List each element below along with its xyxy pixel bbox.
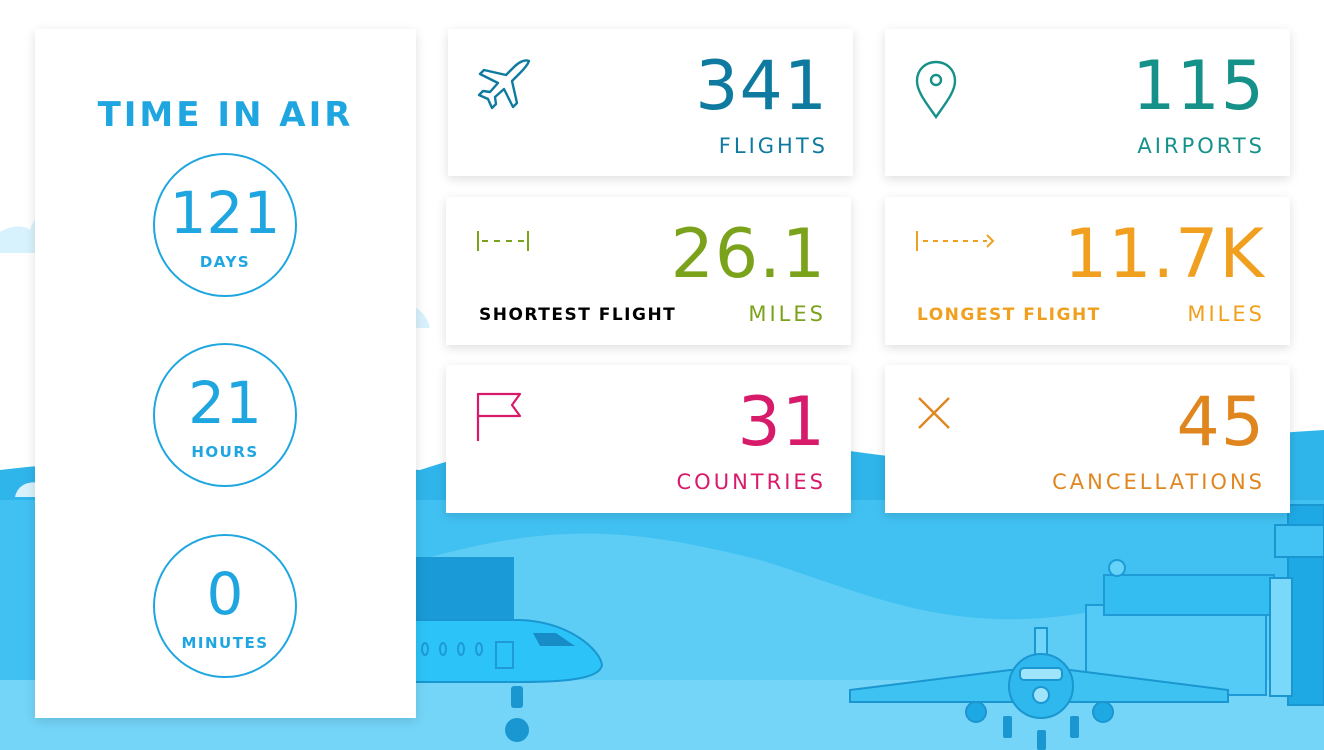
minutes-unit: MINUTES xyxy=(181,634,269,652)
days-unit: DAYS xyxy=(199,253,251,271)
control-tower-cab xyxy=(1274,524,1324,558)
x-icon xyxy=(916,395,952,435)
cancellations-value: 45 xyxy=(1176,383,1265,462)
time-in-air-panel: TIME IN AIR 121 DAYS 21 HOURS 0 MINUTES xyxy=(35,29,416,718)
long-distance-icon xyxy=(915,229,999,257)
countries-value: 31 xyxy=(737,383,826,462)
longest-flight-card: 11.7K LONGEST FLIGHT MILES xyxy=(885,197,1290,345)
longest-unit: MILES xyxy=(1187,302,1265,326)
shortest-unit: MILES xyxy=(748,302,826,326)
map-pin-icon xyxy=(913,59,959,125)
airports-label: AIRPORTS xyxy=(1137,134,1265,158)
terminal-building xyxy=(412,557,514,627)
shortest-flight-label: SHORTEST FLIGHT xyxy=(479,305,677,325)
flights-card: 341 FLIGHTS xyxy=(448,29,853,176)
countries-label: COUNTRIES xyxy=(676,470,826,494)
days-circle: 121 DAYS xyxy=(153,153,297,297)
cancellations-card: 45 CANCELLATIONS xyxy=(885,365,1290,513)
side-building xyxy=(1269,577,1293,697)
airports-card: 115 AIRPORTS xyxy=(885,29,1290,176)
airplane-icon xyxy=(474,55,536,121)
hours-value: 21 xyxy=(188,369,262,437)
cancellations-label: CANCELLATIONS xyxy=(1052,470,1265,494)
days-value: 121 xyxy=(169,179,281,247)
minutes-circle: 0 MINUTES xyxy=(153,534,297,678)
hangar-top xyxy=(1103,574,1275,616)
longest-value: 11.7K xyxy=(1064,215,1265,294)
flag-icon xyxy=(476,391,524,447)
shortest-value: 26.1 xyxy=(670,215,826,294)
airports-value: 115 xyxy=(1132,47,1265,126)
minutes-value: 0 xyxy=(206,560,244,628)
time-in-air-title: TIME IN AIR xyxy=(97,95,354,135)
short-distance-icon xyxy=(476,229,532,257)
hours-unit: HOURS xyxy=(191,443,259,461)
hours-circle: 21 HOURS xyxy=(153,343,297,487)
shortest-flight-card: 26.1 SHORTEST FLIGHT MILES xyxy=(446,197,851,345)
countries-card: 31 COUNTRIES xyxy=(446,365,851,513)
flights-label: FLIGHTS xyxy=(718,134,828,158)
longest-flight-label: LONGEST FLIGHT xyxy=(917,305,1101,325)
flights-value: 341 xyxy=(695,47,828,126)
